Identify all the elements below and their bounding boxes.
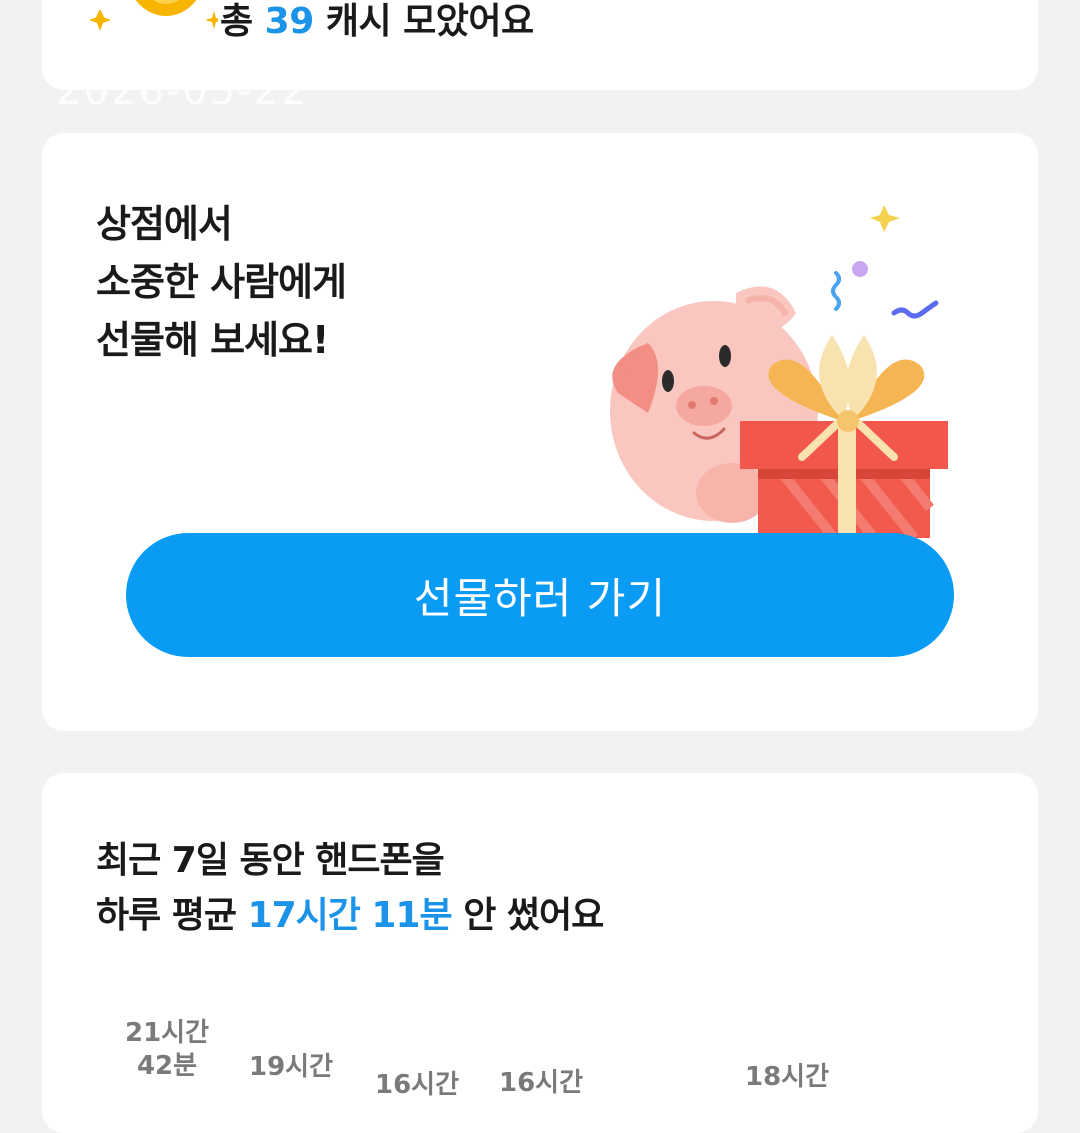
coin-icon — [88, 0, 223, 31]
stats-average-time: 17시간 11분 — [247, 895, 453, 936]
date-watermark: 2026-05-22 — [56, 68, 309, 114]
cash-total-amount: 39 — [264, 1, 315, 42]
bar-label-hours: 18시간 — [744, 1062, 830, 1092]
gift-promo-card: 상점에서 소중한 사람에게 선물해 보세요! 선물하러 가기 — [42, 133, 1038, 731]
gift-headline-line: 소중한 사람에게 — [96, 260, 347, 304]
stats-line-2: 하루 평균 17시간 11분 안 썼어요 — [96, 888, 604, 943]
stats-headline: 최근 7일 동안 핸드폰을 하루 평균 17시간 11분 안 썼어요 — [96, 833, 604, 943]
bar-label-hours: 21시간 — [124, 1018, 210, 1048]
stats-line-2-suffix: 안 썼어요 — [463, 895, 604, 936]
usage-stats-card: 최근 7일 동안 핸드폰을 하루 평균 17시간 11분 안 썼어요 21시간 … — [42, 773, 1038, 1133]
cash-total-prefix: 총 — [220, 1, 253, 42]
bar-label-hours: 16시간 — [498, 1068, 584, 1098]
bar-label-hours: 19시간 — [248, 1052, 334, 1082]
bar-label: 21시간 42분 — [102, 1017, 232, 1083]
stats-line-2-prefix: 하루 평균 — [96, 895, 237, 936]
bar-label: 19시간 — [226, 1051, 356, 1084]
stats-line-1: 최근 7일 동안 핸드폰을 — [96, 840, 445, 881]
gift-headline-line: 상점에서 — [96, 202, 233, 246]
cash-total-text: 총 39 캐시 모았어요 — [220, 0, 534, 44]
bar-label-hours: 16시간 — [374, 1070, 460, 1100]
pig-gift-illustration — [542, 193, 962, 542]
bar-label: 18시간 — [722, 1061, 852, 1094]
bar-label-minutes: 42분 — [136, 1051, 198, 1081]
bar-label: 16시간 — [352, 1069, 482, 1102]
gift-headline: 상점에서 소중한 사람에게 선물해 보세요! — [96, 195, 347, 369]
go-to-gift-button[interactable]: 선물하러 가기 — [126, 533, 954, 657]
bar-label: 16시간 — [476, 1067, 606, 1100]
gift-headline-line: 선물해 보세요! — [96, 318, 329, 362]
cash-total-suffix: 캐시 모았어요 — [325, 1, 534, 42]
